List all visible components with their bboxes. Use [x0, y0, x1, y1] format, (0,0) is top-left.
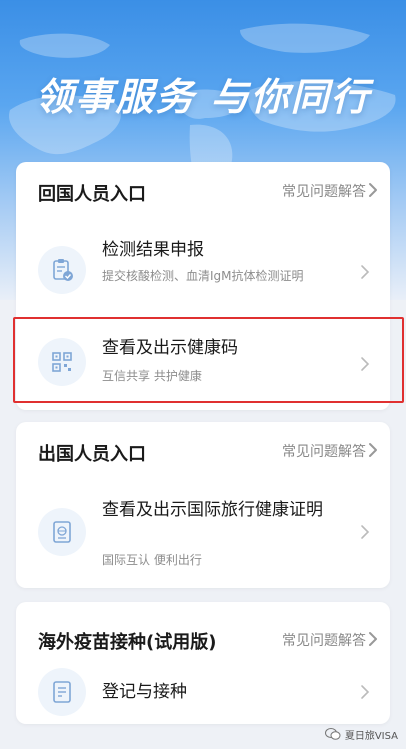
return-entry-card: 回国人员入口 常见问题解答 检测结果申报 提交核酸检测、血清IgM抗体检测证明	[16, 162, 390, 410]
departure-faq-link[interactable]: 常见问题解答	[282, 441, 366, 461]
qr-code-icon	[38, 338, 86, 386]
chevron-right-icon	[361, 525, 370, 539]
vaccine-registration-item[interactable]: 登记与接种	[16, 664, 390, 720]
departure-entry-header: 出国人员入口 常见问题解答	[16, 422, 390, 472]
test-result-declaration-item[interactable]: 检测结果申报 提交核酸检测、血清IgM抗体检测证明	[16, 232, 390, 312]
vaccine-faq-link[interactable]: 常见问题解答	[282, 630, 366, 650]
return-entry-title: 回国人员入口	[38, 184, 146, 205]
watermark-text: 夏日旅VISA	[344, 730, 398, 742]
return-faq-link[interactable]: 常见问题解答	[282, 181, 366, 201]
return-entry-header: 回国人员入口 常见问题解答	[16, 162, 390, 212]
hero-title: 领事服务 与你同行	[35, 75, 371, 119]
vaccine-entry-card: 海外疫苗接种(试用版) 常见问题解答 登记与接种	[16, 602, 390, 724]
item-title: 检测结果申报	[102, 240, 204, 260]
health-code-item[interactable]: 查看及出示健康码 互信共享 共护健康	[16, 320, 390, 404]
chevron-right-icon	[361, 357, 370, 371]
departure-entry-title: 出国人员入口	[38, 444, 146, 465]
chevron-right-icon	[361, 685, 370, 699]
item-subtitle: 提交核酸检测、血清IgM抗体检测证明	[102, 269, 304, 283]
passport-icon	[38, 508, 86, 556]
wechat-icon	[324, 728, 341, 740]
chevron-right-icon[interactable]	[366, 631, 380, 647]
chevron-right-icon[interactable]	[366, 182, 380, 198]
item-title: 查看及出示健康码	[102, 338, 238, 358]
departure-entry-card: 出国人员入口 常见问题解答 查看及出示国际旅行健康证明 国际互认 便利出行	[16, 422, 390, 588]
form-icon	[38, 668, 86, 716]
intl-health-certificate-item[interactable]: 查看及出示国际旅行健康证明 国际互认 便利出行	[16, 490, 390, 580]
clipboard-check-icon	[38, 246, 86, 294]
item-subtitle: 国际互认 便利出行	[102, 553, 202, 567]
item-title: 登记与接种	[102, 682, 187, 702]
item-title: 查看及出示国际旅行健康证明	[102, 500, 323, 520]
vaccine-entry-header: 海外疫苗接种(试用版) 常见问题解答	[16, 602, 390, 653]
chevron-right-icon	[361, 265, 370, 279]
item-subtitle: 互信共享 共护健康	[102, 369, 202, 383]
watermark: 夏日旅VISA	[324, 725, 398, 743]
chevron-right-icon[interactable]	[366, 442, 380, 458]
vaccine-entry-title: 海外疫苗接种(试用版)	[38, 632, 217, 653]
